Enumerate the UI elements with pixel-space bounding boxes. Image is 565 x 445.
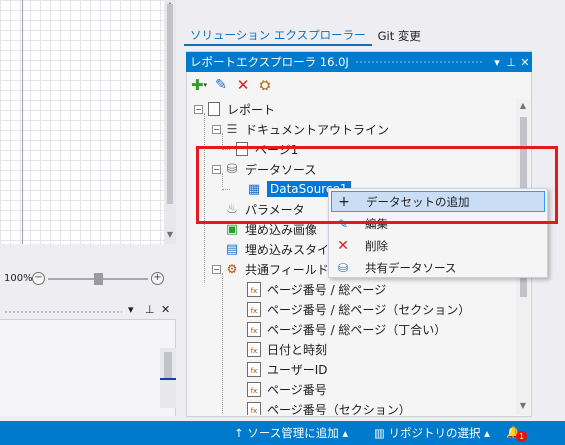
designer-vertical-scrollbar[interactable]: ▲ ▼ (164, 0, 176, 244)
tree-item-field[interactable]: fx ページ番号 / 総ページ（セクション） (246, 299, 470, 319)
tree-item-field[interactable]: fx ユーザーID (246, 359, 328, 379)
bottom-left-panel-header: ▾ ⊥ ✕ (0, 302, 176, 320)
designer-guide-line (22, 0, 23, 244)
menu-item-label: 共有データソース (365, 260, 457, 275)
bottom-left-panel (0, 320, 176, 416)
zoom-slider-handle[interactable] (94, 272, 103, 285)
field-icon: fx (247, 361, 261, 377)
menu-item-label: 削除 (365, 238, 388, 253)
field-icon: fx (247, 381, 261, 397)
tree-item-label: ユーザーID (267, 362, 328, 377)
field-icon: fx (247, 281, 261, 297)
scroll-up-icon[interactable]: ▲ (516, 101, 530, 110)
tree-item-label: ページ番号 / 総ページ（丁合い） (267, 322, 447, 337)
chevron-down-icon[interactable]: ▾ (490, 56, 504, 69)
style-icon: ▤ (225, 241, 239, 257)
edit-pencil-icon[interactable]: ✎ (212, 76, 230, 94)
delete-icon: ✕ (337, 237, 349, 254)
tree-item-field[interactable]: fx ページ番号 (246, 379, 327, 399)
scrollbar-thumb[interactable] (164, 352, 172, 380)
highlight-annotation-box (196, 146, 558, 224)
tree-item-embedded-styles[interactable]: ▤ 埋め込みスタイル (212, 239, 341, 259)
caret-marker (160, 378, 176, 380)
zoom-in-button[interactable]: + (151, 271, 164, 285)
pin-icon[interactable]: ⊥ (145, 303, 155, 316)
status-bar: ↑ ソース管理に追加 ▴ ▥ リポジトリの選択 ▴ 🔔 1 (0, 421, 565, 445)
tab-git-changes[interactable]: Git 変更 (372, 26, 427, 46)
zoom-slider[interactable] (48, 272, 148, 285)
collapse-icon[interactable]: − (194, 104, 203, 114)
tree-item-common-fields[interactable]: − ⚙ 共通フィールド (212, 259, 329, 279)
field-icon: fx (247, 341, 261, 357)
tree-item-label: 日付と時刻 (267, 342, 328, 357)
repository-icon: ▥ (374, 426, 389, 440)
select-repository-button[interactable]: ▥ リポジトリの選択 ▴ (374, 425, 490, 441)
group-icon[interactable]: ⛭ (256, 76, 274, 94)
tree-item-label: ページ番号 (267, 382, 327, 397)
panel-title: レポートエクスプローラ 16.0J (190, 55, 349, 69)
arrow-up-icon: ↑ (234, 426, 248, 440)
scroll-down-icon[interactable]: ▼ (164, 230, 176, 239)
title-grip (354, 60, 484, 64)
tree-item-field[interactable]: fx ページ番号（セクション） (246, 399, 411, 415)
chevron-down-icon[interactable]: ▾ (128, 303, 134, 316)
add-to-source-control-button[interactable]: ↑ ソース管理に追加 ▴ (234, 425, 348, 441)
tree-item-document-outline[interactable]: − ☰ ドキュメントアウトライン (212, 119, 389, 139)
field-icon: fx (247, 321, 261, 337)
tree-item-label: ページ番号（セクション） (267, 402, 411, 416)
common-fields-icon: ⚙ (226, 262, 238, 276)
zoom-bar: 100% − + (0, 266, 176, 290)
tree-item-field[interactable]: fx ページ番号 / 総ページ (246, 279, 386, 299)
tree-item-field[interactable]: fx ページ番号 / 総ページ（丁合い） (246, 319, 446, 339)
tree-item-report[interactable]: − レポート (194, 99, 275, 119)
database-icon: ⛁ (337, 260, 349, 275)
tab-solution-explorer[interactable]: ソリューション エクスプローラー (184, 26, 372, 46)
field-icon: fx (247, 401, 261, 415)
caret-up-icon: ▴ (480, 426, 490, 440)
tree-item-label: 共通フィールド (245, 262, 329, 277)
tree-item-label: 埋め込みスタイル (245, 242, 342, 257)
tree-item-label: ドキュメントアウトライン (245, 122, 390, 137)
tree-item-field[interactable]: fx 日付と時刻 (246, 339, 327, 359)
delete-icon[interactable]: ✕ (234, 76, 252, 94)
zoom-out-button[interactable]: − (32, 271, 45, 285)
notification-badge: 1 (516, 431, 527, 442)
field-icon: fx (247, 301, 261, 317)
collapse-icon[interactable]: − (212, 264, 221, 274)
caret-up-icon: ▴ (338, 426, 349, 440)
tree-item-label: ページ番号 / 総ページ（セクション） (267, 302, 471, 317)
tool-window-tabs: ソリューション エクスプローラー Git 変更 (184, 24, 565, 46)
report-designer-canvas[interactable] (0, 0, 176, 244)
panel-grip (4, 310, 122, 313)
close-icon[interactable]: ✕ (518, 56, 532, 69)
tree-item-label: ページ番号 / 総ページ (267, 282, 387, 297)
pin-icon[interactable]: ⊥ (504, 56, 518, 69)
zoom-level: 100% (4, 272, 33, 284)
report-explorer-toolbar: ✚ ▾ ✎ ✕ ⛭ (190, 74, 530, 96)
collapse-icon[interactable]: − (212, 124, 221, 134)
scroll-down-icon[interactable]: ▼ (516, 401, 530, 410)
report-explorer-title-bar: レポートエクスプローラ 16.0J ▾ ⊥ ✕ (186, 52, 532, 72)
menu-item-delete[interactable]: ✕ 削除 (331, 235, 545, 256)
scrollbar-thumb[interactable] (167, 4, 173, 204)
report-icon (206, 101, 222, 117)
tree-item-label: レポート (227, 102, 276, 117)
menu-item-shared-datasource[interactable]: ⛁ 共有データソース (331, 257, 545, 278)
close-icon[interactable]: ✕ (161, 303, 170, 316)
outline-icon: ☰ (226, 122, 238, 136)
add-dropdown-icon[interactable]: ✚ ▾ (190, 76, 208, 94)
